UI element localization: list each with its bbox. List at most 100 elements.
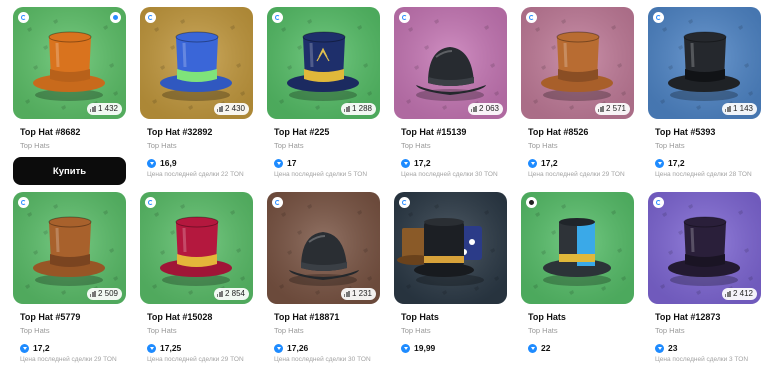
last-sale-price: Цена последней сделки 5 TON <box>274 171 368 178</box>
ton-currency-icon <box>401 343 410 353</box>
supply-badge: 2 509 <box>86 288 122 300</box>
ton-currency-icon <box>274 343 283 353</box>
gift-thumbnail[interactable]: 1 143 <box>648 7 761 119</box>
ton-currency-icon <box>147 343 156 353</box>
last-sale-price: Цена последней сделки 3 TON <box>655 356 749 363</box>
gift-card[interactable]: 1 432 Top Hat #8682 Top Hats Купить <box>13 7 126 185</box>
gift-thumbnail[interactable]: 2 412 <box>648 192 761 304</box>
gift-thumbnail[interactable] <box>394 192 507 304</box>
supply-count: 2 063 <box>478 104 499 113</box>
gift-card[interactable]: 2 412 Top Hat #12873 Top Hats 23 Цена послед… <box>648 192 761 364</box>
collection-name: Top Hats <box>20 326 50 335</box>
gift-title: Top Hat #5393 <box>655 127 716 137</box>
last-sale-price: Цена последней сделки 22 TON <box>147 171 244 178</box>
collection-name: Top Hats <box>401 141 431 150</box>
last-sale-price: Цена последней сделки 28 TON <box>655 171 752 178</box>
collection-name: Top Hats <box>274 141 304 150</box>
price-row: 17 <box>274 158 296 168</box>
supply-chart-icon <box>343 291 350 297</box>
gift-card[interactable]: Top Hats Top Hats 22 <box>521 192 634 364</box>
gift-thumbnail[interactable]: 1 432 <box>13 7 126 119</box>
ton-currency-icon <box>655 343 664 353</box>
price-value: 17,2 <box>668 158 685 168</box>
gift-title: Top Hat #8682 <box>20 127 81 137</box>
gift-thumbnail[interactable]: 2 509 <box>13 192 126 304</box>
gift-card[interactable]: 2 509 Top Hat #5779 Top Hats 17,2 Цена после… <box>13 192 126 364</box>
supply-badge: 2 412 <box>721 288 757 300</box>
price-value: 23 <box>668 343 678 353</box>
gift-title: Top Hats <box>401 312 439 322</box>
price-value: 17,2 <box>414 158 431 168</box>
selected-indicator-icon[interactable] <box>110 12 121 23</box>
supply-count: 2 854 <box>224 289 245 298</box>
supply-badge: 1 432 <box>86 103 122 115</box>
buy-button[interactable]: Купить <box>13 157 126 185</box>
gift-card[interactable]: 1 231 Top Hat #18871 Top Hats 17,26 Цена пос… <box>267 192 380 364</box>
marketplace-badge-icon <box>399 12 410 23</box>
price-value: 16,9 <box>160 158 177 168</box>
marketplace-badge-icon <box>272 197 283 208</box>
gift-title: Top Hat #8526 <box>528 127 589 137</box>
gift-thumbnail[interactable]: 2 571 <box>521 7 634 119</box>
marketplace-badge-icon <box>145 12 156 23</box>
collection-name: Top Hats <box>147 141 177 150</box>
gift-card[interactable]: 1 143 Top Hat #5393 Top Hats 17,2 Цена после… <box>648 7 761 179</box>
supply-chart-icon <box>597 106 604 112</box>
gift-thumbnail[interactable]: 1 231 <box>267 192 380 304</box>
gift-title: Top Hat #32892 <box>147 127 213 137</box>
price-value: 17,26 <box>287 343 309 353</box>
price-row: 23 <box>655 343 677 353</box>
collection-name: Top Hats <box>401 326 431 335</box>
supply-count: 1 143 <box>732 104 753 113</box>
last-sale-price: Цена последней сделки 29 TON <box>147 356 244 363</box>
supply-badge: 2 571 <box>594 103 630 115</box>
supply-chart-icon <box>216 106 223 112</box>
marketplace-badge-icon <box>18 12 29 23</box>
gift-thumbnail[interactable]: 2 063 <box>394 7 507 119</box>
price-row: 17,26 <box>274 343 308 353</box>
gift-title: Top Hat #12873 <box>655 312 721 322</box>
gift-title: Top Hat #15028 <box>147 312 213 322</box>
gift-title: Top Hat #15139 <box>401 127 467 137</box>
gift-thumbnail[interactable] <box>521 192 634 304</box>
price-value: 17,2 <box>33 343 50 353</box>
price-row: 22 <box>528 343 550 353</box>
ton-currency-icon <box>655 158 664 168</box>
gift-card[interactable]: 2 854 Top Hat #15028 Top Hats 17,25 Цена пос… <box>140 192 253 364</box>
marketplace-badge-icon <box>526 12 537 23</box>
gift-thumbnail[interactable]: 2 430 <box>140 7 253 119</box>
supply-chart-icon <box>343 106 350 112</box>
gift-card[interactable]: 2 430 Top Hat #32892 Top Hats 16,9 Цена посл… <box>140 7 253 179</box>
marketplace-badge-icon <box>526 197 537 208</box>
price-row: 17,2 <box>20 343 50 353</box>
supply-count: 1 288 <box>351 104 372 113</box>
supply-count: 2 571 <box>605 104 626 113</box>
gift-card[interactable]: 2 063 Top Hat #15139 Top Hats 17,2 Цена посл… <box>394 7 507 179</box>
price-row: 19,99 <box>401 343 435 353</box>
supply-count: 1 231 <box>351 289 372 298</box>
price-value: 17,25 <box>160 343 182 353</box>
price-row: 16,9 <box>147 158 177 168</box>
gift-thumbnail[interactable]: 2 854 <box>140 192 253 304</box>
supply-count: 1 432 <box>97 104 118 113</box>
last-sale-price: Цена последней сделки 29 TON <box>20 356 117 363</box>
gift-title: Top Hat #18871 <box>274 312 340 322</box>
last-sale-price: Цена последней сделки 30 TON <box>274 356 371 363</box>
supply-badge: 1 143 <box>721 103 757 115</box>
gift-card[interactable]: Top Hats Top Hats 19,99 <box>394 192 507 364</box>
collection-name: Top Hats <box>655 141 685 150</box>
marketplace-badge-icon <box>653 197 664 208</box>
price-row: 17,2 <box>655 158 685 168</box>
gift-thumbnail[interactable]: 1 288 <box>267 7 380 119</box>
ton-currency-icon <box>528 343 537 353</box>
gift-card[interactable]: 1 288 Top Hat #225 Top Hats 17 Цена последне… <box>267 7 380 179</box>
price-row: 17,25 <box>147 343 181 353</box>
ton-currency-icon <box>274 158 283 168</box>
supply-chart-icon <box>89 106 96 112</box>
marketplace-badge-icon <box>272 12 283 23</box>
price-row: 17,2 <box>528 158 558 168</box>
supply-count: 2 509 <box>97 289 118 298</box>
collection-name: Top Hats <box>147 326 177 335</box>
last-sale-price: Цена последней сделки 29 TON <box>528 171 625 178</box>
gift-card[interactable]: 2 571 Top Hat #8526 Top Hats 17,2 Цена после… <box>521 7 634 179</box>
